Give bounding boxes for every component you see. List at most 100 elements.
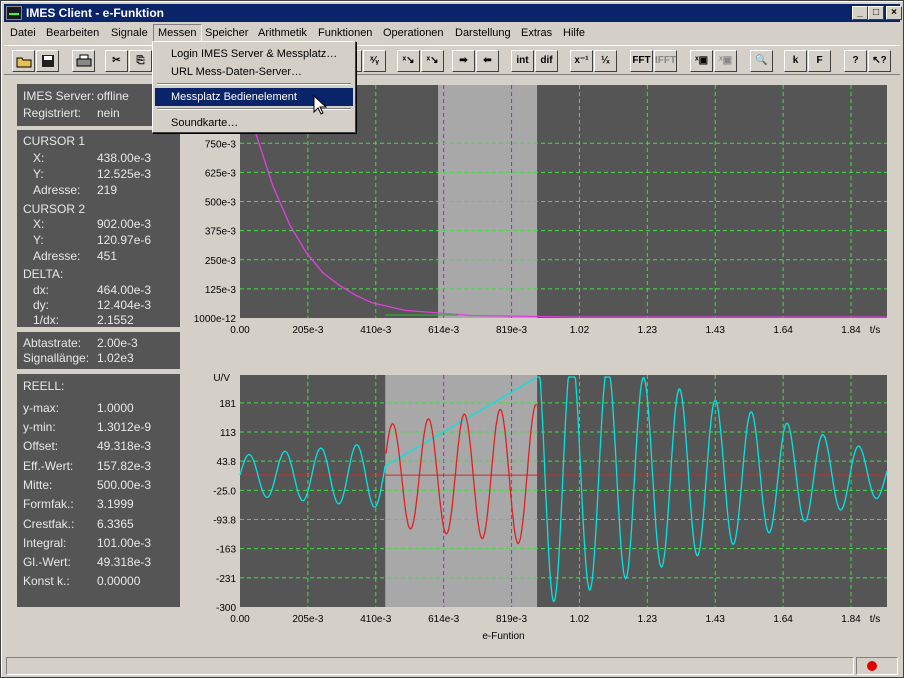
- menu-arithmetik[interactable]: Arithmetik: [254, 25, 311, 41]
- stat-value: 1.3012e-9: [97, 420, 152, 434]
- stat-label: Eff.-Wert:: [23, 459, 74, 473]
- stat-value: 3.1999: [97, 497, 134, 511]
- menu-bearbeiten[interactable]: Bearbeiten: [42, 25, 103, 41]
- integral-button[interactable]: int: [511, 50, 534, 72]
- menu-signale[interactable]: Signale: [107, 25, 152, 41]
- formula-icon[interactable]: F: [808, 50, 831, 72]
- x-tick-label: 1.02: [570, 325, 590, 336]
- stat-label: Gl.-Wert:: [23, 555, 71, 569]
- context-help-icon[interactable]: ↖?: [868, 50, 891, 72]
- rate-label: Abtastrate:: [23, 336, 82, 350]
- delta-dx: 464.00e-3: [97, 283, 152, 297]
- zoom-icon[interactable]: 🔍: [750, 50, 773, 72]
- tool-xy2-icon[interactable]: ˣ⁄ᵧ: [363, 50, 386, 72]
- menu-speicher[interactable]: Speicher: [201, 25, 252, 41]
- cursor-panel: CURSOR 1 X: 438.00e-3 Y: 12.525e-3 Adres…: [17, 130, 180, 327]
- delta-inv-label: 1/dx:: [33, 313, 60, 327]
- menu-separator: [157, 83, 351, 85]
- fft-button[interactable]: FFT: [630, 50, 653, 72]
- save-icon[interactable]: [36, 50, 59, 72]
- y-unit-label: U/V: [213, 373, 230, 384]
- arrow-left-icon[interactable]: ⬅: [476, 50, 499, 72]
- open-folder-icon[interactable]: [12, 50, 35, 72]
- delta-inv: 2.1552: [97, 313, 134, 327]
- x-tick-label: 1.43: [706, 614, 726, 625]
- differential-button[interactable]: dif: [535, 50, 558, 72]
- stat-value: 0.00000: [97, 574, 141, 588]
- stat-label: Integral:: [23, 536, 67, 550]
- x-tick-label: 819e-3: [496, 325, 528, 336]
- menu-datei[interactable]: Datei: [6, 25, 40, 41]
- title-bar[interactable]: IMES Client - e-Funktion _ □ ×: [4, 4, 902, 22]
- x-tick-label: 410e-3: [360, 614, 392, 625]
- close-button[interactable]: ×: [886, 6, 902, 20]
- stat-label: Mitte:: [23, 478, 53, 492]
- tool-shift2-icon[interactable]: ˣ↘: [421, 50, 444, 72]
- inverse-x-icon[interactable]: x⁻¹: [570, 50, 593, 72]
- cut-icon[interactable]: ✂: [105, 50, 128, 72]
- x-tick-label: 614e-3: [428, 325, 460, 336]
- x-tick-label: 205e-3: [292, 614, 324, 625]
- y-tick-label: 625e-3: [205, 168, 237, 179]
- toolbar: ✂ ⎘ ˣ⁄ᵧ ˣ⁄ᵧ ˣ↘ ˣ↘ ➡ ⬅ int dif x⁻¹ ¹⁄ₓ FF…: [4, 45, 900, 75]
- menu-extras[interactable]: Extras: [517, 25, 556, 41]
- menu-darstellung[interactable]: Darstellung: [451, 25, 515, 41]
- cursor2-addr: 451: [97, 249, 118, 263]
- y-tick-label: -231: [216, 574, 236, 585]
- stat-label: Konst k.:: [23, 574, 70, 588]
- cursor2-addr-label: Adresse:: [33, 249, 81, 263]
- x-tick-label: 205e-3: [292, 325, 324, 336]
- cursor1-title: CURSOR 1: [23, 134, 86, 148]
- arrow-right-icon[interactable]: ➡: [452, 50, 475, 72]
- menu-funktionen[interactable]: Funktionen: [314, 25, 376, 41]
- y-tick-label: 750e-3: [205, 139, 237, 150]
- stat-label: Crestfak.:: [23, 517, 75, 531]
- y-tick-label: -93.8: [213, 516, 236, 527]
- plot-area: [240, 375, 887, 607]
- messen-dropdown: Login IMES Server & Messplatz… URL Mess-…: [152, 41, 356, 133]
- copy-icon[interactable]: ⎘: [129, 50, 152, 72]
- menu-hilfe[interactable]: Hilfe: [559, 25, 589, 41]
- constant-k-button[interactable]: k: [784, 50, 807, 72]
- help-icon[interactable]: ?: [844, 50, 867, 72]
- stats-title: REELL:: [23, 379, 65, 393]
- y-tick-label: -300: [216, 603, 236, 614]
- import-icon[interactable]: ˣ▣: [714, 50, 737, 72]
- stat-value: 500.00e-3: [97, 478, 152, 492]
- ifft-button[interactable]: IFFT: [654, 50, 677, 72]
- stat-value: 49.318e-3: [97, 439, 152, 453]
- menu-operationen[interactable]: Operationen: [379, 25, 448, 41]
- menu-bar: Datei Bearbeiten Signale Messen Speicher…: [4, 23, 900, 42]
- record-indicator-icon: [867, 661, 877, 671]
- stat-label: Offset:: [23, 439, 59, 453]
- y-tick-label: 375e-3: [205, 227, 237, 238]
- x-tick-label: 1.23: [638, 325, 658, 336]
- registered-label: Registriert:: [23, 106, 82, 120]
- cursor2-x-label: X:: [33, 217, 45, 231]
- y-tick-label: 43.8: [217, 457, 237, 468]
- reciprocal-icon[interactable]: ¹⁄ₓ: [594, 50, 617, 72]
- export-icon[interactable]: ˣ▣: [690, 50, 713, 72]
- x-tick-label: 819e-3: [496, 614, 528, 625]
- x-tick-label: 1.64: [773, 325, 793, 336]
- y-tick-label: 113: [220, 428, 236, 439]
- server-label: IMES Server:: [23, 89, 95, 103]
- menu-url-server[interactable]: URL Mess-Daten-Server…: [155, 63, 353, 81]
- maximize-button[interactable]: □: [868, 6, 884, 20]
- stat-label: y-min:: [23, 420, 56, 434]
- delta-dx-label: dx:: [33, 283, 50, 297]
- tool-shift-icon[interactable]: ˣ↘: [397, 50, 420, 72]
- stat-label: Formfak.:: [23, 497, 74, 511]
- status-bar: [4, 656, 900, 676]
- signal-chart[interactable]: 0.00 205e-3 410e-3 614e-3 819e-3 1.02 1.23 1.43…: [187, 367, 897, 654]
- stat-value: 49.318e-3: [97, 555, 152, 569]
- cursor1-y: 12.525e-3: [97, 167, 152, 181]
- menu-messen[interactable]: Messen: [153, 24, 202, 42]
- minimize-button[interactable]: _: [852, 6, 868, 20]
- mouse-cursor-icon: [313, 95, 327, 115]
- menu-login-server[interactable]: Login IMES Server & Messplatz…: [155, 45, 353, 63]
- cursor2-x: 902.00e-3: [97, 217, 152, 231]
- registered-status: nein: [97, 106, 120, 120]
- print-icon[interactable]: [72, 50, 95, 72]
- window-title: IMES Client - e-Funktion: [26, 6, 164, 20]
